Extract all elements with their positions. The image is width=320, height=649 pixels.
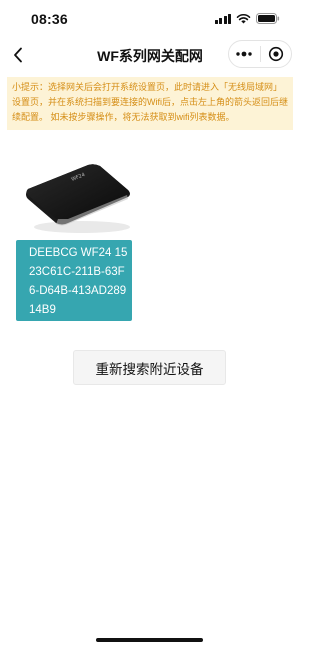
cellular-signal-icon [214, 13, 231, 24]
status-icons [214, 13, 281, 24]
status-time: 08:36 [31, 11, 68, 27]
nav-bar: WF系列网关配网 [0, 38, 300, 74]
more-button[interactable] [229, 41, 260, 67]
target-circle-icon [268, 46, 283, 62]
device-item[interactable]: WF24 DEEBCG WF24 1523C61C-211B-63F6-D64B… [14, 157, 132, 325]
rescan-devices-button[interactable]: 重新搜索附近设备 [73, 350, 226, 385]
home-indicator [96, 638, 203, 642]
status-bar: 08:36 [0, 0, 300, 38]
close-button[interactable] [261, 41, 292, 67]
more-dots-icon [236, 51, 252, 57]
gateway-device-image: WF24 [26, 164, 130, 233]
hint-box: 小提示：选择网关后会打开系统设置页，此时请进入「无线局域网」设置页，并在系统扫描… [7, 77, 293, 130]
mini-program-capsule [228, 40, 292, 68]
wifi-icon [236, 13, 251, 24]
device-label: DEEBCG WF24 1523C61C-211B-63F6-D64B-413A… [16, 240, 132, 321]
battery-icon [256, 13, 280, 24]
